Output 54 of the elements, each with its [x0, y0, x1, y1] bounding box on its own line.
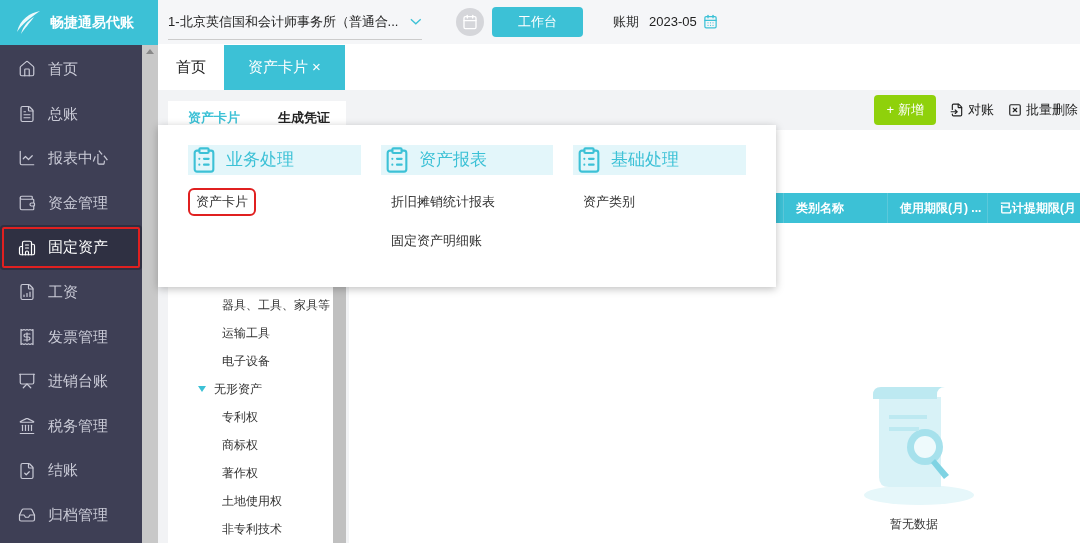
- tree-item[interactable]: 著作权: [222, 464, 258, 482]
- sidebar-item[interactable]: 固定资产: [0, 225, 142, 270]
- tree-item[interactable]: 运输工具: [222, 324, 270, 342]
- reconcile-button[interactable]: 对账: [950, 100, 994, 120]
- page-tab[interactable]: 首页: [158, 45, 224, 90]
- tree-item[interactable]: 器具、工具、家具等: [222, 296, 330, 314]
- menu-item[interactable]: 固定资产明细账: [384, 228, 488, 252]
- scroll-up-icon[interactable]: [146, 49, 154, 54]
- calendar-icon[interactable]: [702, 14, 718, 30]
- board-icon: [18, 372, 36, 391]
- batch-delete-button[interactable]: 批量删除: [1008, 100, 1078, 120]
- tree-item[interactable]: 商标权: [222, 436, 258, 454]
- menu-item[interactable]: 资产卡片: [190, 190, 254, 214]
- tree-item[interactable]: 非专利技术: [222, 520, 282, 538]
- company-select[interactable]: 1-北京英信国和会计师事务所（普通合...: [168, 3, 422, 40]
- logo-text: 畅捷通易代账: [50, 13, 134, 32]
- sidebar-item[interactable]: 进销台账: [0, 359, 142, 404]
- report-icon: [18, 283, 36, 302]
- scrollbar[interactable]: [142, 45, 158, 543]
- empty-text: 暂无数据: [889, 516, 938, 533]
- sidebar-item[interactable]: 报表中心: [0, 136, 142, 181]
- menu-group-header: 基础处理: [573, 145, 746, 175]
- menu-item[interactable]: 折旧摊销统计报表: [384, 190, 501, 214]
- sidebar-item[interactable]: 首页: [0, 47, 142, 92]
- ledger-icon: [18, 104, 36, 123]
- chevron-down-icon: [410, 17, 422, 25]
- tree-item[interactable]: 电子设备: [222, 352, 270, 370]
- tree-item[interactable]: 土地使用权: [222, 492, 282, 510]
- file-check-icon: [18, 461, 36, 480]
- sidebar-item[interactable]: 工资: [0, 269, 142, 315]
- delete-icon: [1008, 103, 1022, 117]
- sidebar-item[interactable]: 发票管理: [0, 314, 142, 360]
- line-chart-icon: [18, 149, 36, 168]
- sidebar-item[interactable]: 结账: [0, 448, 142, 493]
- sidebar-item[interactable]: 税务管理: [0, 403, 142, 449]
- home-icon: [18, 60, 36, 79]
- sidebar-item[interactable]: 总账: [0, 91, 142, 137]
- period-value: 2023-05: [649, 13, 697, 31]
- landmark-icon: [18, 417, 36, 436]
- tray-icon: [18, 506, 36, 525]
- sub-tab[interactable]: 生成凭证: [278, 108, 330, 128]
- sidebar-item[interactable]: 资金管理: [0, 180, 142, 226]
- caret-icon[interactable]: [198, 386, 206, 392]
- wallet-icon: [18, 194, 36, 213]
- period-label: 账期: [613, 13, 639, 31]
- menu-group-header: 业务处理: [188, 145, 361, 175]
- menu-item[interactable]: 资产类别: [577, 190, 642, 214]
- receipt-icon: [18, 327, 36, 346]
- tree-item[interactable]: 无形资产: [214, 380, 262, 398]
- sidebar-item[interactable]: 归档管理: [0, 492, 142, 538]
- tree-item[interactable]: 专利权: [222, 408, 258, 426]
- building-icon: [18, 238, 36, 257]
- document-arrow-icon: [950, 103, 964, 117]
- menu-group-header: 资产报表: [380, 145, 554, 175]
